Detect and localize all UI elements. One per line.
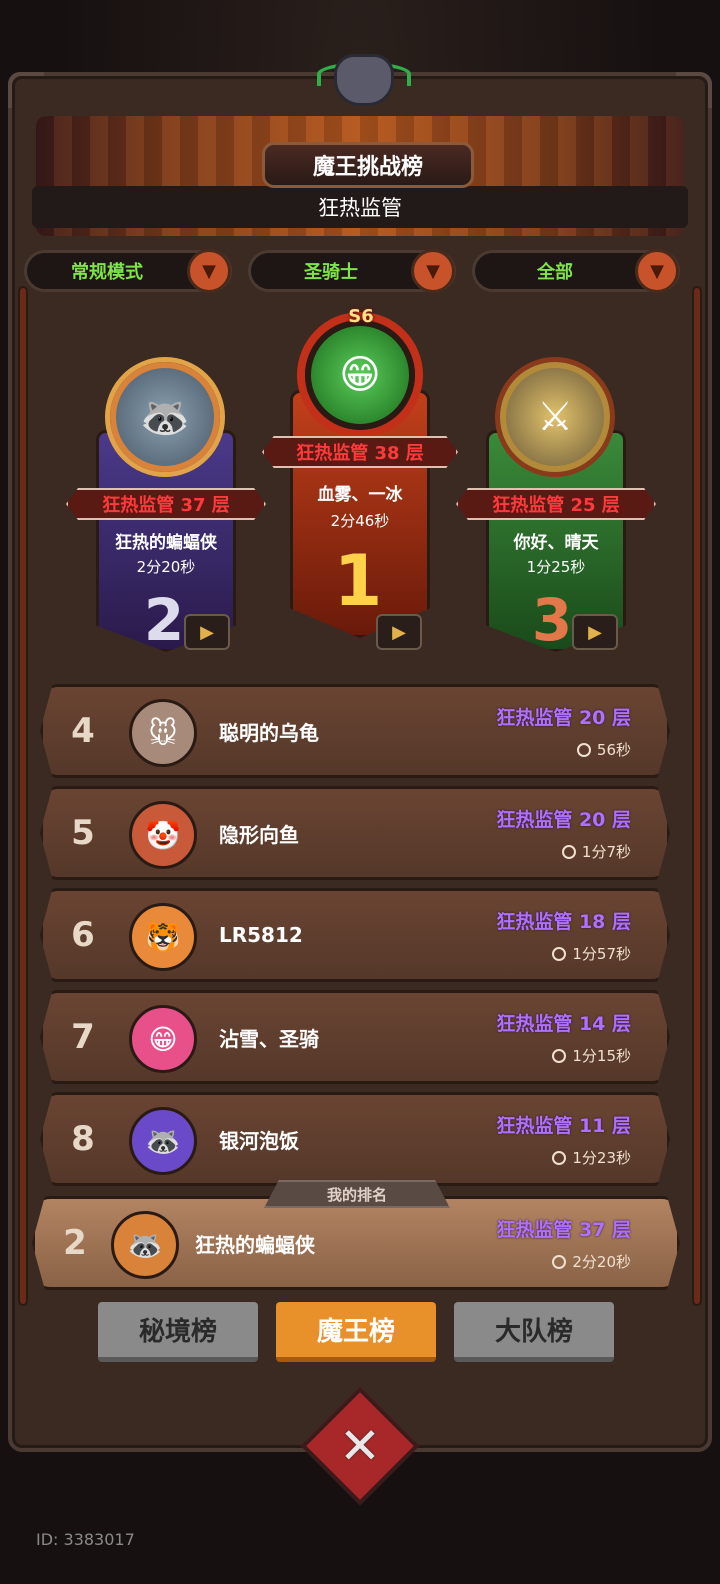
clock-icon [552,1151,567,1165]
layer-text: 狂热监管 11 层 [496,1115,631,1137]
my-rank-row[interactable]: 2 🦝 狂热的蝙蝠侠 狂热监管 37 层 2分20秒 [32,1196,680,1290]
season-badge: S6 [348,306,374,327]
rank-number: 8 [71,1119,95,1159]
filter-bar: 常规模式 ▼ 圣骑士 ▼ 全部 ▼ [24,249,696,294]
list-item[interactable]: 6 🐯 LR5812 狂热监管 18 层 1分57秒 [40,888,670,982]
podium-layer-third: 狂热监管 25 层 [456,488,656,520]
chevron-down-icon[interactable]: ▼ [187,249,231,293]
clock-icon [561,845,576,859]
layer-text: 狂热监管 20 层 [496,707,631,729]
podium-time-second: 2分20秒 [136,558,196,576]
player-name: 狂热的蝙蝠侠 [195,1232,315,1257]
player-id: ID: 3383017 [36,1530,135,1549]
list-item[interactable]: 5 🤡 隐形向鱼 狂热监管 20 层 1分7秒 [40,786,670,880]
list-item[interactable]: 7 😁 沾雪、圣骑 狂热监管 14 层 1分15秒 [40,990,670,1084]
player-name: 聪明的乌龟 [219,720,319,745]
frame-corner [676,72,712,108]
tab-team[interactable]: 大队榜 [454,1302,614,1362]
side-rail-right [692,286,702,1306]
video-replay-icon[interactable]: ▶ [376,614,422,650]
podium-name-first: 血雾、一冰 [317,485,403,505]
chevron-down-icon[interactable]: ▼ [635,249,679,293]
podium-name-second: 狂热的蝙蝠侠 [115,533,217,553]
rank-number: 5 [71,813,95,853]
avatar[interactable]: 😁 [129,1005,197,1073]
rank-number: 6 [71,915,95,955]
avatar[interactable]: 😁 [305,320,415,430]
scope-dropdown[interactable]: 全部 ▼ [472,249,680,293]
clock-icon [552,1049,567,1063]
rank-number: 4 [71,711,95,751]
avatar[interactable]: 🐭 [129,699,197,767]
avatar[interactable]: 🦝 [111,1211,179,1279]
player-name: 沾雪、圣骑 [219,1026,319,1051]
my-rank-tag: 我的排名 [264,1180,450,1208]
rank-number: 7 [71,1017,95,1057]
time-text: 2分20秒 [552,1251,631,1272]
mode-dropdown-label: 常规模式 [71,262,143,283]
close-icon: ✕ [339,1417,381,1475]
clock-icon [552,1255,567,1269]
time-value: 1分57秒 [572,945,631,963]
time-value: 2分20秒 [572,1253,631,1271]
layer-text: 狂热监管 14 层 [496,1013,631,1035]
time-text: 1分57秒 [552,943,631,964]
chevron-down-icon[interactable]: ▼ [411,249,455,293]
avatar[interactable]: 🦝 [110,362,220,472]
layer-text: 狂热监管 20 层 [496,809,631,831]
scope-dropdown-label: 全部 [537,262,573,283]
skull-emblem-icon [334,54,394,106]
mode-dropdown[interactable]: 常规模式 ▼ [24,249,232,293]
time-text: 1分23秒 [552,1147,631,1168]
time-value: 1分23秒 [572,1149,631,1167]
time-value: 1分7秒 [581,843,631,861]
side-rail-left [18,286,28,1306]
time-value: 56秒 [596,741,631,759]
rank-number: 1 [333,540,383,622]
page-subtitle: 狂热监管 [32,186,688,228]
time-text: 56秒 [576,739,631,760]
video-replay-icon[interactable]: ▶ [184,614,230,650]
tab-demon-king[interactable]: 魔王榜 [276,1302,436,1362]
podium-name-third: 你好、晴天 [513,533,599,553]
player-name: 银河泡饭 [219,1128,299,1153]
avatar[interactable]: 🤡 [129,801,197,869]
layer-text: 狂热监管 37 层 [496,1219,631,1241]
podium-layer-second: 狂热监管 37 层 [66,488,266,520]
class-dropdown[interactable]: 圣骑士 ▼ [248,249,456,293]
list-item[interactable]: 8 🦝 银河泡饭 狂热监管 11 层 1分23秒 [40,1092,670,1186]
podium-time-third: 1分25秒 [526,558,586,576]
rank-number: 2 [63,1223,87,1263]
page-title: 魔王挑战榜 [262,142,474,188]
time-value: 1分15秒 [572,1047,631,1065]
avatar[interactable]: 🐯 [129,903,197,971]
video-replay-icon[interactable]: ▶ [572,614,618,650]
leaderboard-tabs: 秘境榜 魔王榜 大队榜 [98,1302,618,1364]
player-name: 隐形向鱼 [219,822,299,847]
podium-layer-first: 狂热监管 38 层 [262,436,458,468]
player-name: LR5812 [219,923,303,947]
tab-secret-realm[interactable]: 秘境榜 [98,1302,258,1362]
avatar[interactable]: 🦝 [129,1107,197,1175]
frame-corner [8,72,44,108]
avatar[interactable]: ⚔ [500,362,610,472]
podium-time-first: 2分46秒 [330,512,390,530]
time-text: 1分7秒 [561,841,631,862]
clock-icon [576,743,591,757]
class-dropdown-label: 圣骑士 [304,262,358,283]
list-item[interactable]: 4 🐭 聪明的乌龟 狂热监管 20 层 56秒 [40,684,670,778]
layer-text: 狂热监管 18 层 [496,911,631,933]
clock-icon [552,947,567,961]
time-text: 1分15秒 [552,1045,631,1066]
